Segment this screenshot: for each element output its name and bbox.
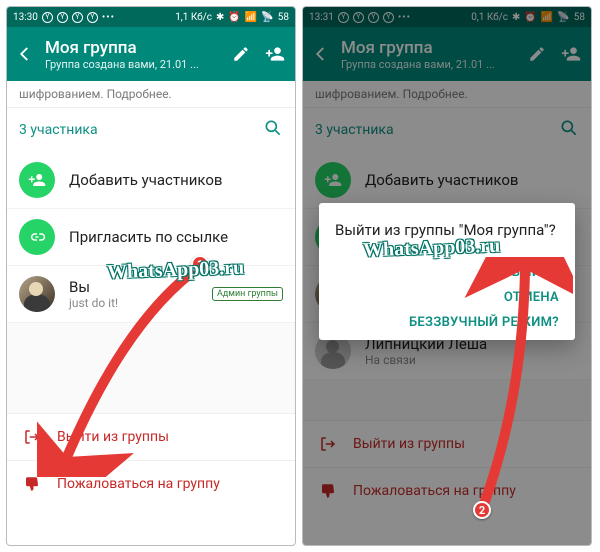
invite-link-label: Пригласить по ссылке: [69, 228, 283, 246]
participants-header-row: 3 участника: [7, 108, 295, 152]
dialog-cancel-button[interactable]: ОТМЕНА: [504, 290, 559, 305]
admin-badge: Админ группы: [212, 287, 283, 301]
add-participants-label: Добавить участников: [69, 171, 283, 189]
statusbar-batt: 58: [278, 12, 289, 23]
back-button[interactable]: [15, 45, 35, 63]
phone-left: 13:30 Y Y Y Y ••• 1,1 Кб/с ✱ ⏰ 📶 📡 58 Мо: [6, 6, 296, 546]
invite-link-row[interactable]: Пригласить по ссылке: [7, 209, 295, 266]
alarm-icon: ⏰: [228, 12, 240, 23]
exit-icon: [21, 428, 43, 446]
add-person-icon: [19, 162, 55, 198]
encryption-hint[interactable]: шифрованием. Подробнее.: [7, 81, 295, 108]
appbar: Моя группа Группа создана вами, 21.01 ..…: [7, 27, 295, 81]
edit-button[interactable]: [229, 45, 253, 63]
signal-icon: 📶: [245, 12, 257, 23]
statusbar: 13:30 Y Y Y Y ••• 1,1 Кб/с ✱ ⏰ 📶 📡 58: [7, 7, 295, 27]
leave-group-row[interactable]: Выйти из группы: [7, 413, 295, 460]
avatar: [19, 276, 55, 312]
spacer: [7, 323, 295, 413]
dialog-mute-button[interactable]: БЕЗЗВУЧНЫЙ РЕЖИМ?: [409, 315, 559, 330]
participants-count: 3 участника: [19, 122, 98, 138]
wifi-icon: 📡: [261, 12, 273, 23]
thumbs-down-icon: [21, 475, 43, 493]
phone-right: 13:31 Y Y Y Y ••• 0,1 Кб/с ✱ ⏰ 📶 📡 58 Мо: [302, 6, 592, 546]
link-icon: [19, 219, 55, 255]
bluetooth-icon: ✱: [216, 12, 224, 23]
status-icon: Y: [57, 12, 68, 23]
group-subtitle: Группа создана вами, 21.01 ...: [45, 58, 219, 71]
status-icon: Y: [42, 12, 53, 23]
participant-row-me[interactable]: Вы just do it! Админ группы: [7, 266, 295, 323]
leave-dialog: Выйти из группы "Моя группа"? ВЫЙТИ ОТМЕ…: [319, 203, 575, 340]
dialog-confirm-button[interactable]: ВЫЙТИ: [512, 265, 559, 280]
status-more-icon: •••: [102, 12, 115, 23]
status-icon: Y: [87, 12, 98, 23]
add-person-button[interactable]: [263, 44, 287, 64]
leave-group-label: Выйти из группы: [57, 429, 169, 445]
report-group-row[interactable]: Пожаловаться на группу: [7, 460, 295, 507]
status-icon: Y: [72, 12, 83, 23]
statusbar-time: 13:30: [13, 12, 38, 23]
dialog-title: Выйти из группы "Моя группа"?: [335, 221, 559, 239]
participant-name: Вы: [69, 278, 198, 296]
add-participants-row[interactable]: Добавить участников: [7, 152, 295, 209]
statusbar-net: 1,1 Кб/с: [175, 12, 212, 23]
search-icon[interactable]: [263, 118, 283, 142]
group-title[interactable]: Моя группа: [45, 38, 219, 58]
participant-status: just do it!: [69, 296, 198, 310]
report-group-label: Пожаловаться на группу: [57, 476, 220, 492]
